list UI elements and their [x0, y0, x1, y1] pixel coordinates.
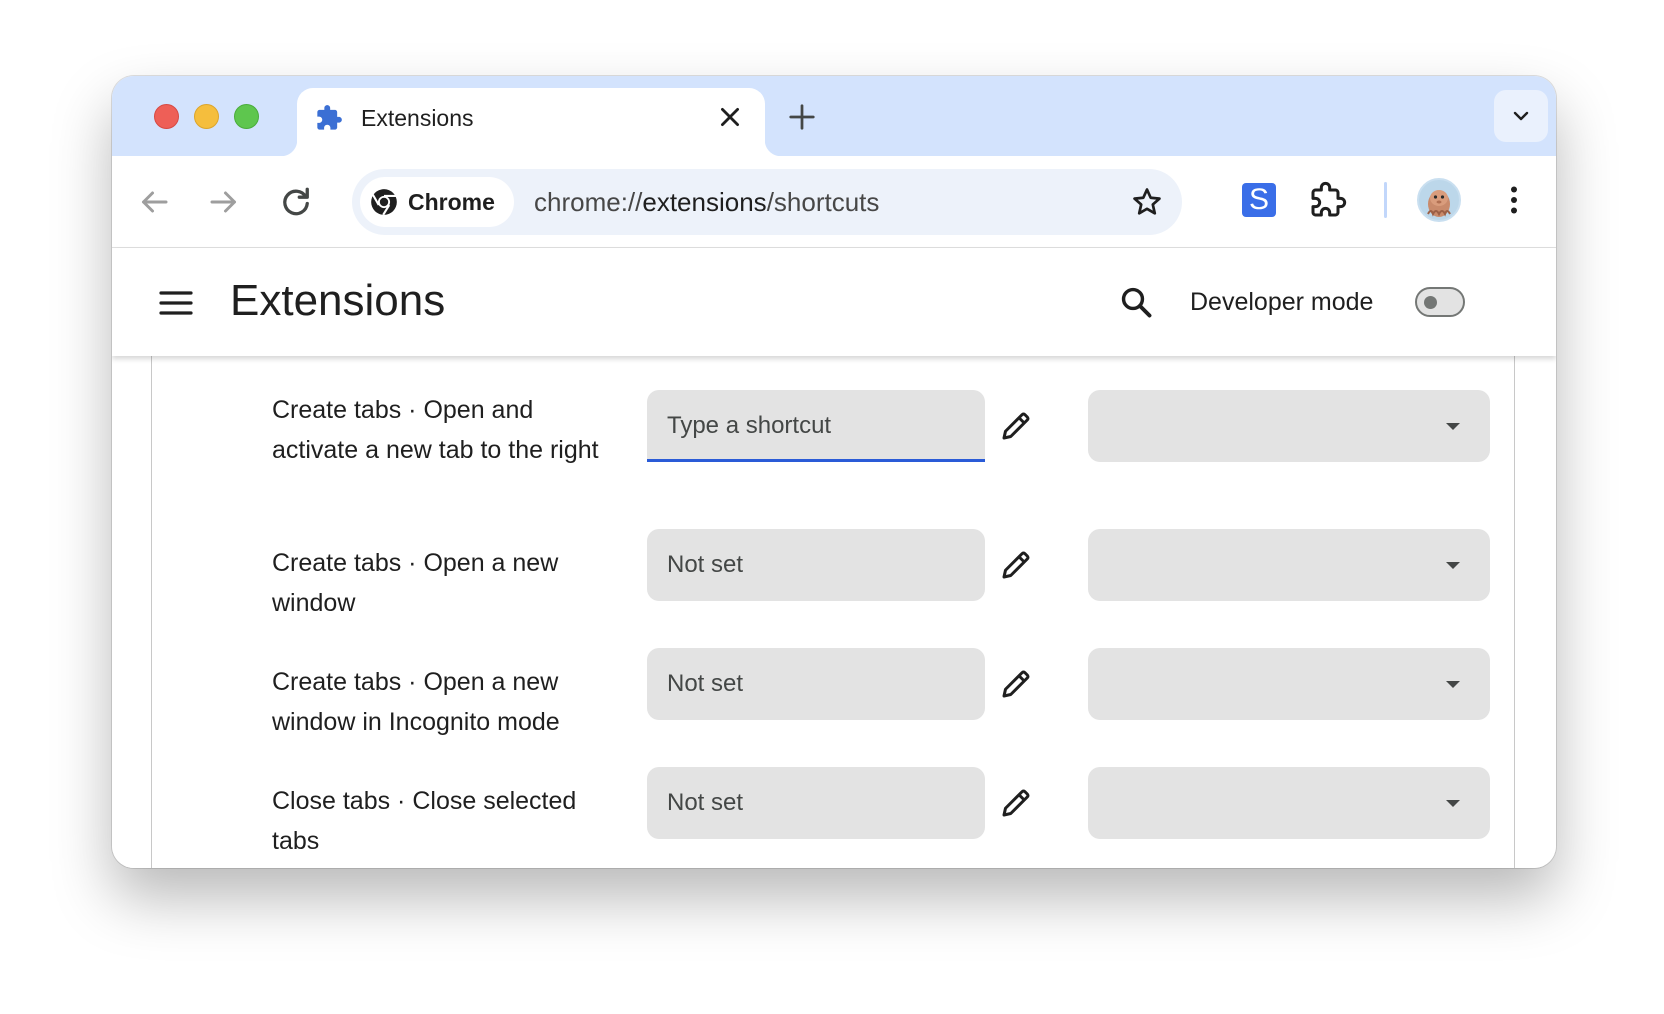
page-title: Extensions: [230, 276, 446, 325]
new-tab-icon[interactable]: [787, 102, 817, 132]
search-icon[interactable]: [1118, 284, 1154, 320]
zoom-window-button[interactable]: [234, 104, 259, 129]
shortcut-input[interactable]: Type a shortcut: [647, 390, 985, 462]
edit-pencil-icon[interactable]: [998, 785, 1034, 821]
forward-arrow-icon[interactable]: [206, 184, 242, 220]
dropdown-caret-icon: [1446, 800, 1460, 807]
scope-select[interactable]: [1088, 529, 1490, 601]
edit-pencil-icon[interactable]: [998, 547, 1034, 583]
shortcut-input-text: Type a shortcut: [667, 412, 832, 439]
url-text[interactable]: chrome://extensions/shortcuts: [534, 187, 879, 218]
command-label: Create tabs · Open a new window in Incog…: [272, 668, 560, 736]
page-header: Extensions Developer mode: [112, 248, 1556, 356]
address-bar[interactable]: Chrome chrome://extensions/shortcuts: [352, 169, 1182, 235]
dropdown-caret-icon: [1446, 562, 1460, 569]
site-chip-label: Chrome: [408, 189, 495, 215]
shortcuts-content: Create tabs · Open and activate a new ta…: [112, 356, 1556, 868]
url-scheme: chrome://: [534, 187, 643, 217]
edit-pencil-icon[interactable]: [998, 666, 1034, 702]
more-vert-icon[interactable]: [1496, 180, 1532, 220]
developer-mode-label: Developer mode: [1190, 288, 1374, 316]
reload-icon[interactable]: [278, 184, 314, 220]
url-path: /shortcuts: [766, 187, 880, 217]
toggle-knob: [1424, 296, 1437, 309]
command-label: Close tabs · Close selected tabs: [272, 787, 577, 855]
toolbar-separator: [1384, 182, 1387, 218]
shortcut-input[interactable]: Not set: [647, 529, 985, 601]
scope-select[interactable]: [1088, 648, 1490, 720]
dropdown-caret-icon: [1446, 681, 1460, 688]
dropdown-caret-icon: [1446, 423, 1460, 430]
site-info-chip[interactable]: Chrome: [360, 177, 514, 227]
puzzle-icon: [317, 105, 342, 130]
browser-window: Extensions Chrome chrome://extensions/sh…: [112, 76, 1556, 868]
back-arrow-icon[interactable]: [136, 184, 172, 220]
close-window-button[interactable]: [154, 104, 179, 129]
shortcut-input-text: Not set: [667, 789, 744, 816]
profile-avatar[interactable]: [1417, 178, 1461, 222]
menu-hamburger-icon[interactable]: [158, 288, 194, 318]
tab-strip: Extensions: [112, 76, 1556, 156]
minimize-window-button[interactable]: [194, 104, 219, 129]
shortcut-input-text: Not set: [667, 551, 744, 578]
shortcut-input[interactable]: Not set: [647, 767, 985, 839]
command-label: Create tabs · Open and activate a new ta…: [272, 396, 599, 464]
scope-select[interactable]: [1088, 767, 1490, 839]
shortcut-input-text: Not set: [667, 670, 744, 697]
tab-title: Extensions: [361, 105, 474, 131]
extension-s-icon[interactable]: S: [1242, 183, 1276, 217]
tab-extensions[interactable]: Extensions: [281, 88, 781, 156]
avatar-image-icon: [1427, 190, 1451, 217]
tab-search-button[interactable]: [1494, 90, 1548, 142]
toolbar: Chrome chrome://extensions/shortcuts S: [112, 156, 1556, 248]
bookmark-star-icon[interactable]: [1130, 185, 1164, 219]
extensions-puzzle-icon[interactable]: [1308, 180, 1348, 220]
shortcuts-card: Create tabs · Open and activate a new ta…: [151, 356, 1515, 868]
close-tab-icon[interactable]: [717, 104, 743, 130]
edit-pencil-icon[interactable]: [998, 408, 1034, 444]
chevron-down-icon: [1513, 111, 1529, 121]
command-label: Create tabs · Open a new window: [272, 549, 559, 617]
url-host: extensions: [642, 187, 767, 217]
scope-select[interactable]: [1088, 390, 1490, 462]
chrome-logo-icon: [371, 189, 397, 216]
shortcut-input[interactable]: Not set: [647, 648, 985, 720]
developer-mode-toggle[interactable]: [1415, 287, 1465, 317]
